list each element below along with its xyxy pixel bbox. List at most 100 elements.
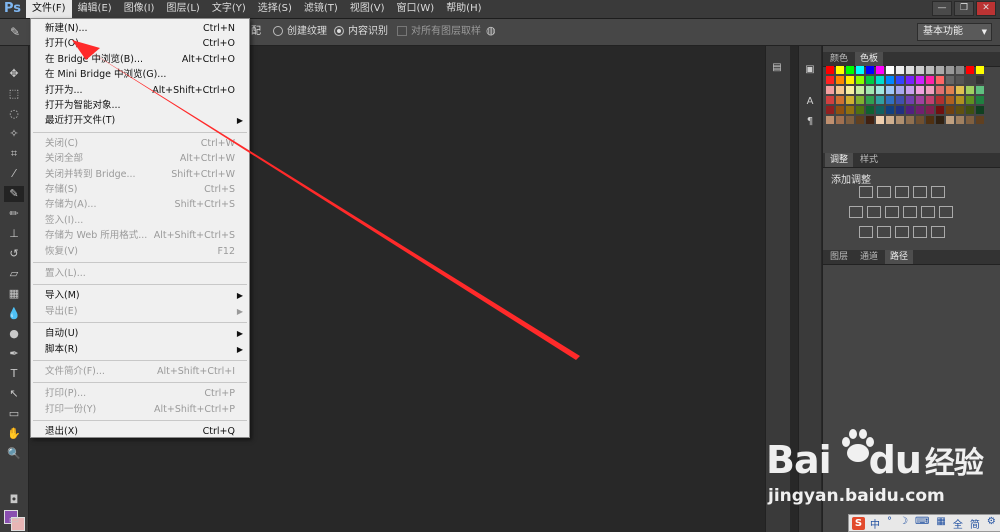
quick-select-tool-icon[interactable]: ✧ bbox=[4, 126, 24, 142]
file-menu-item[interactable]: 文件简介(F)... Alt+Shift+Ctrl+I bbox=[31, 364, 249, 379]
tab-color[interactable]: 颜色 bbox=[825, 52, 853, 66]
adjustment-icon[interactable] bbox=[895, 186, 909, 198]
file-menu-item[interactable]: 存储为 Web 所用格式... Alt+Shift+Ctrl+S bbox=[31, 228, 249, 243]
tab-layers[interactable]: 图层 bbox=[825, 250, 853, 264]
menu-item[interactable]: 编辑(E) bbox=[72, 0, 118, 18]
eyedropper-tool-icon[interactable]: ⁄ bbox=[4, 166, 24, 182]
dodge-tool-icon[interactable]: ● bbox=[4, 326, 24, 342]
file-menu-item[interactable]: 导入(M) ▶ bbox=[31, 288, 249, 303]
lasso-tool-icon[interactable]: ◌ bbox=[4, 106, 24, 122]
swatch[interactable] bbox=[936, 86, 944, 94]
swatch[interactable] bbox=[886, 76, 894, 84]
file-menu-item[interactable]: 关闭(C) Ctrl+W bbox=[31, 136, 249, 151]
file-menu-item[interactable]: 置入(L)... bbox=[31, 266, 249, 281]
swatch[interactable] bbox=[956, 106, 964, 114]
file-menu-item[interactable]: 关闭全部 Alt+Ctrl+W bbox=[31, 151, 249, 166]
swatch[interactable] bbox=[916, 96, 924, 104]
checkbox-sample-all-layers[interactable]: 对所有图层取样 bbox=[397, 24, 481, 40]
workspace-select[interactable]: 基本功能 ▼ bbox=[917, 23, 992, 41]
swatch[interactable] bbox=[826, 76, 834, 84]
ime-item[interactable]: 简 bbox=[970, 516, 980, 531]
swatch[interactable] bbox=[866, 76, 874, 84]
file-menu-item[interactable]: 打印一份(Y) Alt+Shift+Ctrl+P bbox=[31, 402, 249, 417]
menu-item[interactable]: 窗口(W) bbox=[390, 0, 440, 18]
swatch[interactable] bbox=[896, 106, 904, 114]
radio-create-texture[interactable]: 创建纹理 bbox=[273, 24, 327, 40]
swatch[interactable] bbox=[906, 96, 914, 104]
file-menu-item[interactable]: 关闭并转到 Bridge... Shift+Ctrl+W bbox=[31, 167, 249, 182]
swatch[interactable] bbox=[906, 116, 914, 124]
swatch[interactable] bbox=[926, 106, 934, 114]
adjustment-icon[interactable] bbox=[877, 226, 891, 238]
swatch[interactable] bbox=[826, 96, 834, 104]
swatch[interactable] bbox=[926, 116, 934, 124]
adjustment-icon[interactable] bbox=[859, 226, 873, 238]
swatch[interactable] bbox=[836, 66, 844, 74]
adjustment-icon[interactable] bbox=[931, 186, 945, 198]
swatch[interactable] bbox=[946, 76, 954, 84]
swatch[interactable] bbox=[886, 96, 894, 104]
ime-item[interactable]: ☽ bbox=[899, 516, 908, 531]
menu-item[interactable]: 选择(S) bbox=[252, 0, 298, 18]
swatch[interactable] bbox=[886, 86, 894, 94]
swatch[interactable] bbox=[906, 106, 914, 114]
swatch[interactable] bbox=[936, 116, 944, 124]
swatch[interactable] bbox=[956, 76, 964, 84]
swatch[interactable] bbox=[886, 106, 894, 114]
swatch[interactable] bbox=[956, 116, 964, 124]
swatch[interactable] bbox=[836, 96, 844, 104]
file-menu-item[interactable]: 新建(N)... Ctrl+N bbox=[31, 21, 249, 36]
swatch[interactable] bbox=[916, 116, 924, 124]
swatch[interactable] bbox=[876, 66, 884, 74]
shape-tool-icon[interactable]: ▭ bbox=[4, 406, 24, 422]
swatch[interactable] bbox=[866, 116, 874, 124]
character-panel-icon[interactable]: A bbox=[803, 96, 817, 108]
adjustment-icon[interactable] bbox=[931, 226, 945, 238]
path-select-tool-icon[interactable]: ↖ bbox=[4, 386, 24, 402]
sogou-icon[interactable]: S bbox=[852, 516, 865, 530]
stamp-tool-icon[interactable]: ⊥ bbox=[4, 226, 24, 242]
swatch[interactable] bbox=[826, 86, 834, 94]
healing-brush-tool-icon[interactable]: ✎ bbox=[4, 186, 24, 202]
file-menu-item[interactable]: 存储为(A)... Shift+Ctrl+S bbox=[31, 197, 249, 212]
adjustment-icon[interactable] bbox=[877, 186, 891, 198]
paragraph-panel-icon[interactable]: ¶ bbox=[803, 116, 817, 128]
file-menu-item[interactable]: 在 Mini Bridge 中浏览(G)... bbox=[31, 67, 249, 82]
history-brush-tool-icon[interactable]: ↺ bbox=[4, 246, 24, 262]
file-menu-item[interactable]: 签入(I)... bbox=[31, 213, 249, 228]
ime-item[interactable]: 中 bbox=[870, 516, 880, 531]
adjustment-icon[interactable] bbox=[913, 186, 927, 198]
swatch[interactable] bbox=[896, 96, 904, 104]
swatch[interactable] bbox=[856, 76, 864, 84]
swatch[interactable] bbox=[846, 86, 854, 94]
menu-item[interactable]: 文件(F) bbox=[26, 0, 72, 18]
file-menu-item[interactable]: 打印(P)... Ctrl+P bbox=[31, 386, 249, 401]
hand-tool-icon[interactable]: ✋ bbox=[4, 426, 24, 442]
swatch[interactable] bbox=[946, 116, 954, 124]
file-menu-item[interactable]: 导出(E) ▶ bbox=[31, 304, 249, 319]
swatch[interactable] bbox=[846, 76, 854, 84]
file-menu-item[interactable]: 存储(S) Ctrl+S bbox=[31, 182, 249, 197]
swatch[interactable] bbox=[856, 106, 864, 114]
swatch[interactable] bbox=[916, 106, 924, 114]
swatch[interactable] bbox=[826, 116, 834, 124]
marquee-tool-icon[interactable]: ⬚ bbox=[4, 86, 24, 102]
swatch[interactable] bbox=[846, 66, 854, 74]
swatch[interactable] bbox=[826, 106, 834, 114]
swatch[interactable] bbox=[976, 76, 984, 84]
swatch[interactable] bbox=[876, 96, 884, 104]
swatch[interactable] bbox=[896, 66, 904, 74]
swatch[interactable] bbox=[976, 96, 984, 104]
swatch[interactable] bbox=[916, 66, 924, 74]
ime-item[interactable]: ▦ bbox=[936, 516, 945, 531]
swatch[interactable] bbox=[876, 116, 884, 124]
adjustment-icon[interactable] bbox=[903, 206, 917, 218]
swatch[interactable] bbox=[856, 86, 864, 94]
ime-item[interactable]: ⚙ bbox=[987, 516, 996, 531]
gradient-tool-icon[interactable]: ▦ bbox=[4, 286, 24, 302]
pressure-icon[interactable]: ◍ bbox=[486, 24, 500, 38]
move-tool-icon[interactable]: ✥ bbox=[4, 66, 24, 82]
menu-item[interactable]: 视图(V) bbox=[344, 0, 391, 18]
menu-item[interactable]: 图像(I) bbox=[118, 0, 161, 18]
adjustment-icon[interactable] bbox=[913, 226, 927, 238]
